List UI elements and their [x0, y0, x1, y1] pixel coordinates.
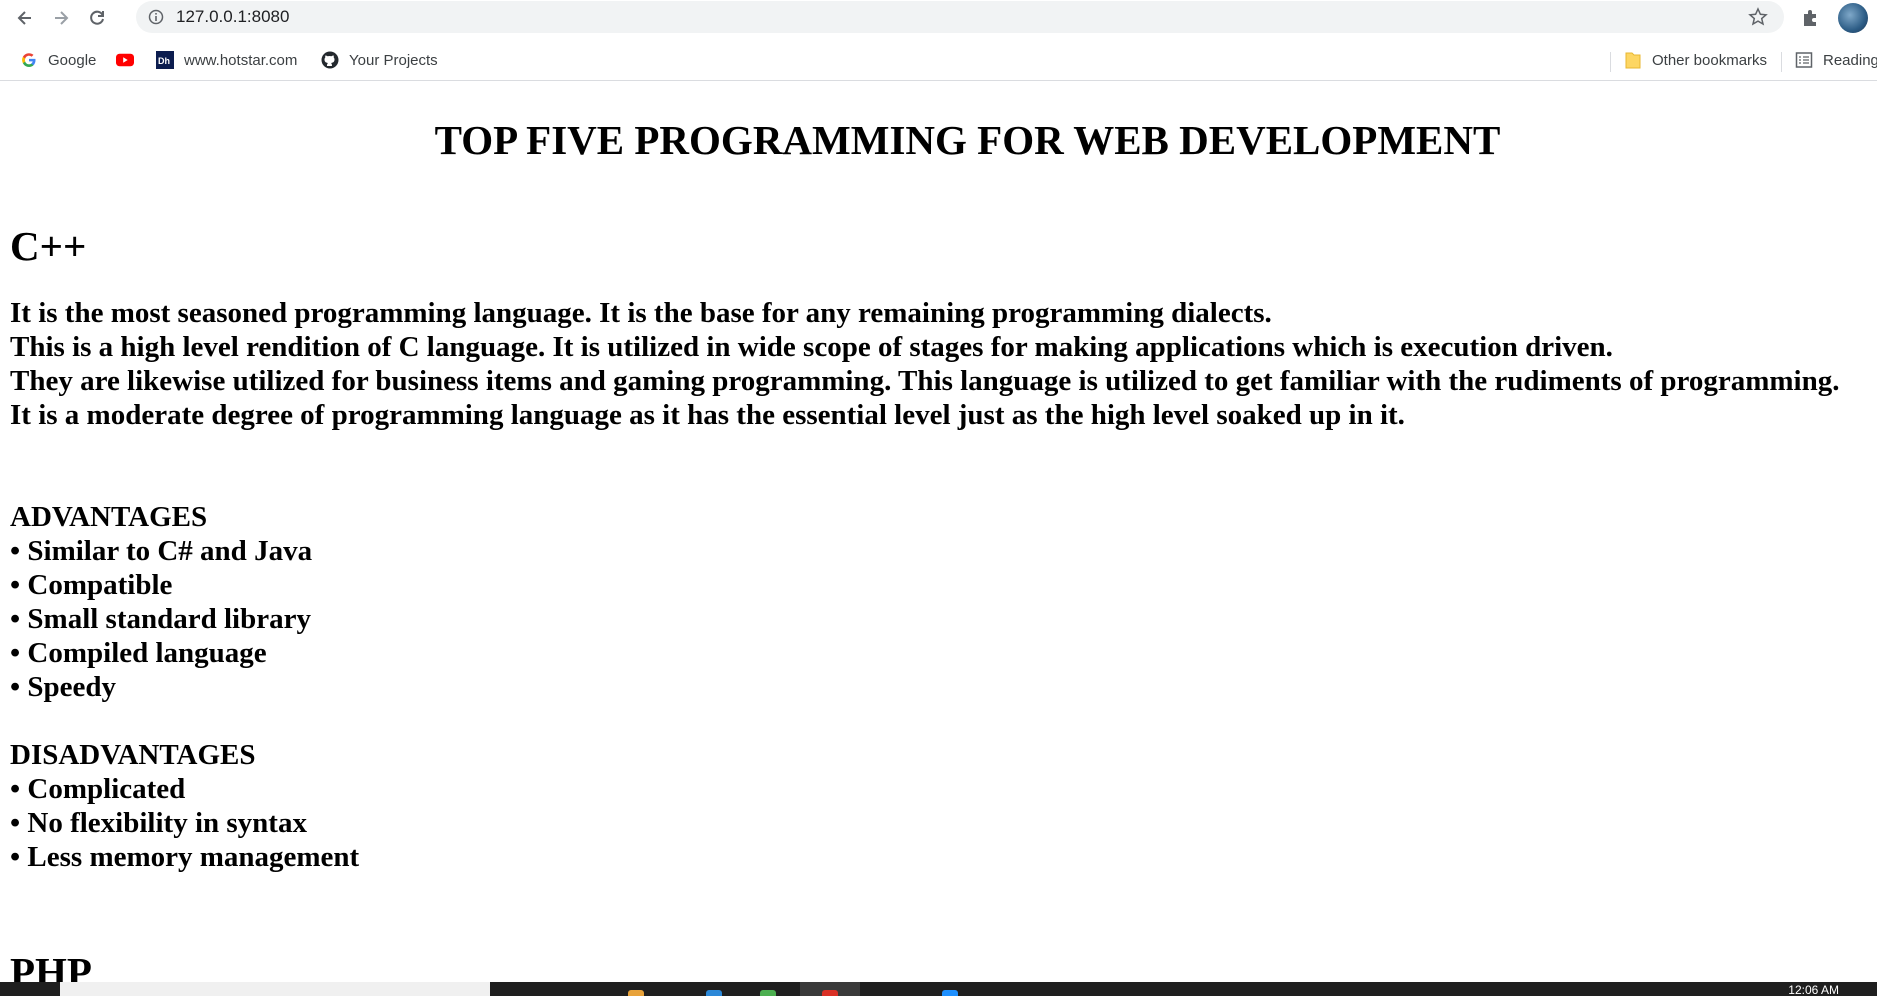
app-icon[interactable]: [760, 990, 776, 996]
browser-toolbar: 127.0.0.1:8080: [0, 0, 1877, 36]
active-app-slot[interactable]: [800, 982, 860, 996]
reading-list-button[interactable]: Reading: [1795, 49, 1877, 71]
bookmark-youtube[interactable]: [116, 49, 144, 71]
bookmark-label: Other bookmarks: [1652, 51, 1768, 69]
address-bar[interactable]: 127.0.0.1:8080: [136, 1, 1784, 33]
edge-icon[interactable]: [706, 990, 722, 996]
bookmarks-bar: Google Dh www.hotstar.com Your Projects …: [0, 40, 1877, 81]
bookmark-other-bookmarks[interactable]: Other bookmarks: [1624, 49, 1767, 71]
chrome-icon[interactable]: [822, 990, 838, 996]
back-button[interactable]: [10, 3, 40, 33]
bookmark-label: Reading: [1823, 51, 1877, 69]
disadvantages-block: DISADVANTAGES • Complicated • No flexibi…: [10, 738, 359, 874]
url-text[interactable]: 127.0.0.1:8080: [176, 7, 289, 27]
folder-icon: [1624, 51, 1642, 69]
description-line: It is the most seasoned programming lang…: [10, 297, 1272, 329]
app-icon[interactable]: [942, 990, 958, 996]
disadvantage-item: • No flexibility in syntax: [10, 807, 307, 839]
page-title: TOP FIVE PROGRAMMING FOR WEB DEVELOPMENT: [434, 117, 1501, 163]
advantage-item: • Compiled language: [10, 637, 267, 669]
svg-text:Dh: Dh: [158, 56, 170, 66]
bookmark-label: Your Projects: [349, 51, 438, 69]
youtube-icon: [116, 51, 134, 69]
advantage-item: • Speedy: [10, 671, 117, 703]
taskbar-search-box[interactable]: [60, 982, 490, 996]
reload-icon: [90, 10, 104, 25]
reload-button[interactable]: [82, 3, 112, 33]
hotstar-icon: Dh: [156, 51, 174, 69]
section-description: It is the most seasoned programming lang…: [10, 296, 1870, 432]
bookmark-label: www.hotstar.com: [184, 51, 298, 69]
forward-arrow-icon: [55, 11, 69, 25]
description-line: It is a moderate degree of programming l…: [10, 399, 1405, 431]
advantages-block: ADVANTAGES • Similar to C# and Java • Co…: [10, 500, 312, 704]
reading-list-icon: [1795, 51, 1813, 69]
google-icon: [20, 51, 38, 69]
disadvantage-item: • Less memory management: [10, 841, 360, 873]
file-explorer-icon[interactable]: [628, 990, 644, 996]
advantage-item: • Small standard library: [10, 603, 311, 635]
bookmark-google[interactable]: Google: [20, 49, 96, 71]
back-arrow-icon: [17, 11, 31, 25]
bookmark-hotstar[interactable]: Dh www.hotstar.com: [156, 49, 297, 71]
bookmarks-divider: [1610, 52, 1611, 72]
bookmark-label: Google: [48, 51, 97, 69]
disadvantages-title: DISADVANTAGES: [10, 739, 256, 771]
bookmarks-divider: [1781, 52, 1782, 72]
site-info-icon[interactable]: [148, 9, 164, 25]
description-line: They are likewise utilized for business …: [10, 365, 1840, 397]
advantages-title: ADVANTAGES: [10, 501, 208, 533]
description-line: This is a high level rendition of C lang…: [10, 331, 1613, 363]
taskbar-clock[interactable]: 12:06 AM: [1788, 983, 1839, 997]
bookmark-star-icon[interactable]: [1748, 7, 1768, 27]
disadvantage-item: • Complicated: [10, 773, 186, 805]
os-taskbar: 12:06 AM: [0, 982, 1877, 997]
bookmark-your-projects[interactable]: Your Projects: [321, 49, 438, 71]
profile-avatar[interactable]: [1838, 3, 1868, 33]
advantage-item: • Compatible: [10, 569, 173, 601]
forward-button[interactable]: [46, 3, 76, 33]
advantage-item: • Similar to C# and Java: [10, 535, 313, 567]
extensions-puzzle-icon[interactable]: [1800, 6, 1822, 28]
section-heading-cpp: C++: [10, 223, 87, 269]
github-icon: [321, 51, 339, 69]
